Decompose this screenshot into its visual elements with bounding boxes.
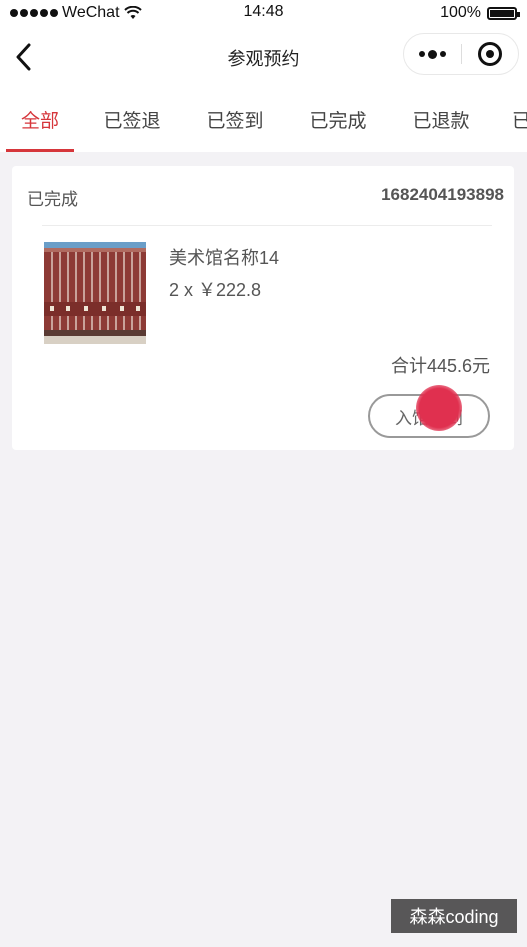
order-total: 合计445.6元 [390, 356, 490, 376]
order-number: 1682404193898 [381, 185, 504, 204]
museum-building-image [44, 242, 146, 344]
divider [42, 225, 492, 226]
nav-bar: 参观预约 [0, 28, 527, 86]
battery-icon [487, 6, 520, 20]
more-dots-icon [418, 51, 425, 57]
tab-completed[interactable]: 已完成 [304, 86, 372, 152]
tab-partial[interactable]: 已 [512, 86, 527, 152]
touch-indicator [416, 385, 462, 431]
target-close-icon [477, 42, 502, 66]
tab-all[interactable]: 全部 [6, 86, 74, 152]
tab-refunded[interactable]: 已退款 [407, 86, 475, 152]
tab-signed-in[interactable]: 已签到 [201, 86, 269, 152]
mini-program-capsule [403, 33, 519, 75]
more-button[interactable] [404, 34, 461, 74]
status-tabs: 全部 已签退 已签到 已完成 已退款 已 [0, 86, 527, 152]
order-card-header: 已完成 1682404193898 [12, 166, 514, 224]
watermark: 森森coding [391, 899, 517, 933]
status-bar: WeChat 14:48 100% [0, 0, 527, 28]
battery-percent: 100% [440, 4, 481, 21]
item-quantity-price: 2 x ￥222.8 [169, 280, 262, 300]
order-status: 已完成 [27, 190, 78, 209]
tab-signed-out[interactable]: 已签退 [98, 86, 166, 152]
item-name: 美术馆名称14 [169, 248, 280, 268]
close-button[interactable] [461, 34, 518, 74]
status-right: 100% [440, 4, 520, 22]
museum-thumbnail[interactable] [44, 242, 146, 344]
